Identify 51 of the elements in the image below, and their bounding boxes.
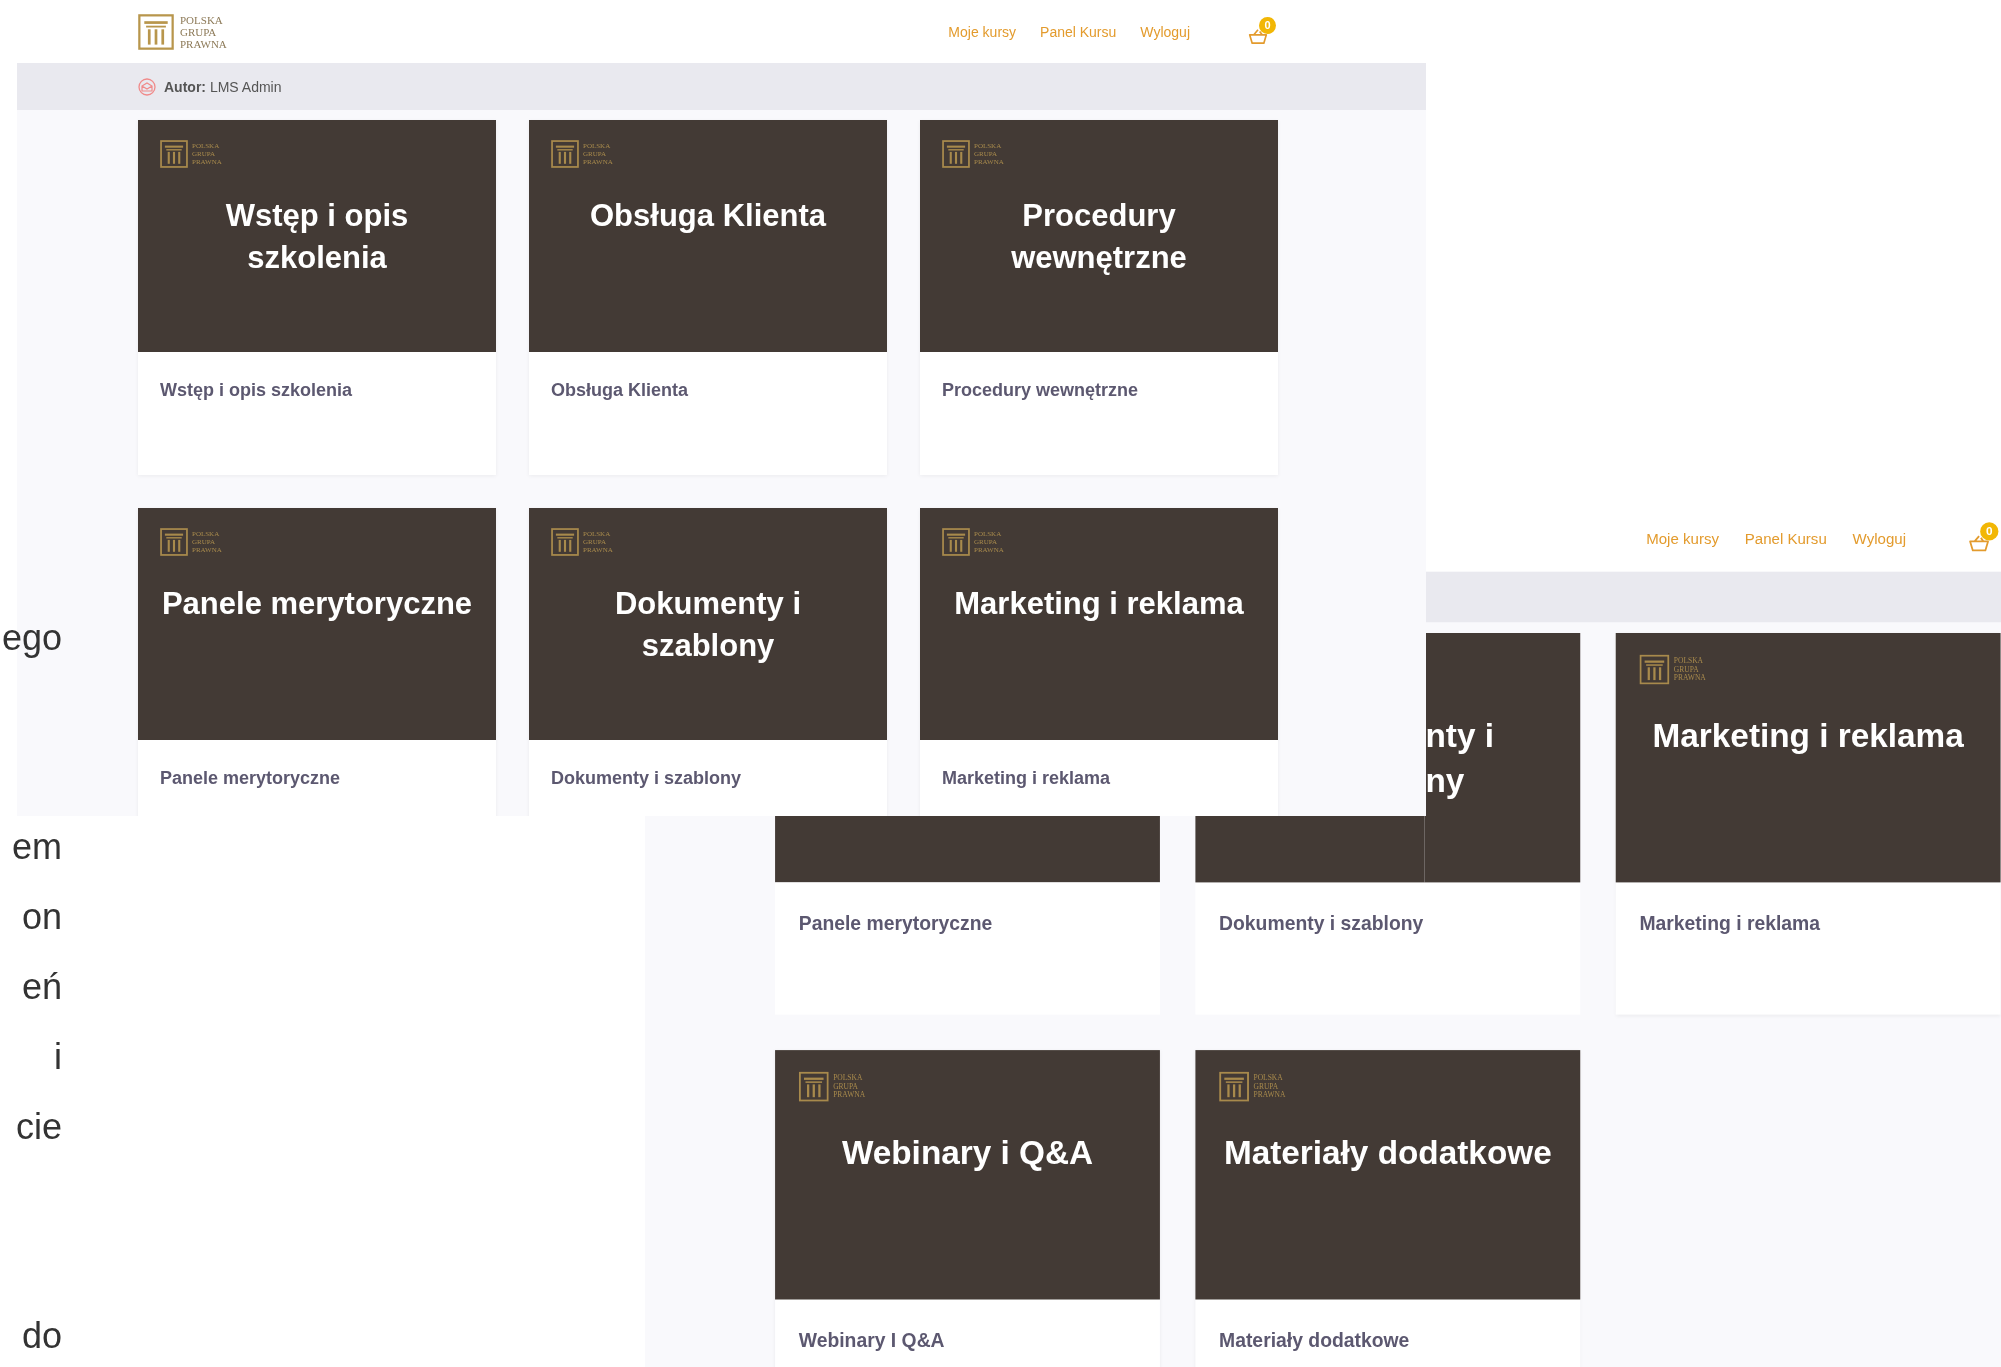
course-title[interactable]: Obsługa Klienta (529, 352, 887, 429)
course-title[interactable]: Materiały dodatkowe (1195, 1299, 1581, 1367)
text-fragment: em (11, 825, 62, 869)
thumbnail-title: Obsługa Klienta (589, 197, 828, 235)
course-title[interactable]: Dokumenty i szablony (1195, 882, 1581, 1015)
course-title[interactable]: Dokumenty i szablony (529, 740, 887, 816)
thumbnail-title: Dokumenty i (614, 585, 802, 623)
basket-icon (1968, 533, 1990, 552)
columns-logo-icon (942, 140, 970, 168)
cart-count-badge: 0 (1980, 521, 1999, 540)
text-fragment: ego (0, 616, 62, 660)
thumbnail-title: wewnętrzne (1010, 239, 1188, 277)
thumbnail-title: ny (1424, 761, 1466, 802)
text-fragment: do (20, 1314, 62, 1358)
text-fragment: eń (20, 965, 62, 1009)
columns-logo-icon (798, 1071, 829, 1102)
thumbnail-title: Panele merytoryczne (160, 585, 474, 623)
thumbnail-title: szablony (640, 627, 776, 665)
thumbnail-title: Marketing i reklama (953, 585, 1245, 623)
course-title[interactable]: Procedury wewnętrzne (920, 352, 1278, 429)
course-title[interactable]: Webinary I Q&A (775, 1299, 1160, 1367)
course-title[interactable]: Marketing i reklama (1615, 882, 2001, 966)
logo-word: GRUPA (180, 25, 218, 38)
text-fragment: cie (14, 1105, 62, 1149)
columns-logo-icon (1219, 1071, 1250, 1102)
logo-word: POLSKA (180, 13, 224, 26)
author-text: Autor: LMS Admin (164, 78, 282, 95)
course-title[interactable]: Wstęp i opis szkolenia (138, 352, 496, 429)
text-fragment: i (53, 1035, 62, 1079)
thumbnail-title: Marketing i reklama (1651, 715, 1965, 757)
columns-logo-icon (551, 528, 579, 556)
thumbnail-title: Procedury (1021, 197, 1177, 235)
columns-logo-icon (138, 13, 174, 50)
text-fragment: on (20, 895, 62, 939)
logo-word: PRAWNA (180, 37, 227, 50)
course-title[interactable]: Marketing i reklama (920, 740, 1278, 816)
columns-logo-icon (160, 528, 188, 556)
course-title[interactable]: Panele merytoryczne (775, 882, 1160, 1015)
thumbnail-title: Materiały dodatkowe (1222, 1132, 1553, 1174)
thumbnail-title: Wstęp i opis (224, 197, 410, 235)
columns-logo-icon (1639, 654, 1670, 685)
envelope-icon (138, 77, 156, 96)
course-title[interactable]: Panele merytoryczne (138, 740, 496, 816)
basket-icon (1248, 27, 1268, 45)
columns-logo-icon (551, 140, 579, 168)
thumbnail-title: szkolenia (246, 239, 388, 277)
columns-logo-icon (942, 528, 970, 556)
thumbnail-title: nty i (1424, 715, 1495, 757)
columns-logo-icon (160, 140, 188, 168)
cart-count-badge: 0 (1259, 16, 1276, 34)
thumbnail-title: Webinary i Q&A (840, 1132, 1095, 1174)
